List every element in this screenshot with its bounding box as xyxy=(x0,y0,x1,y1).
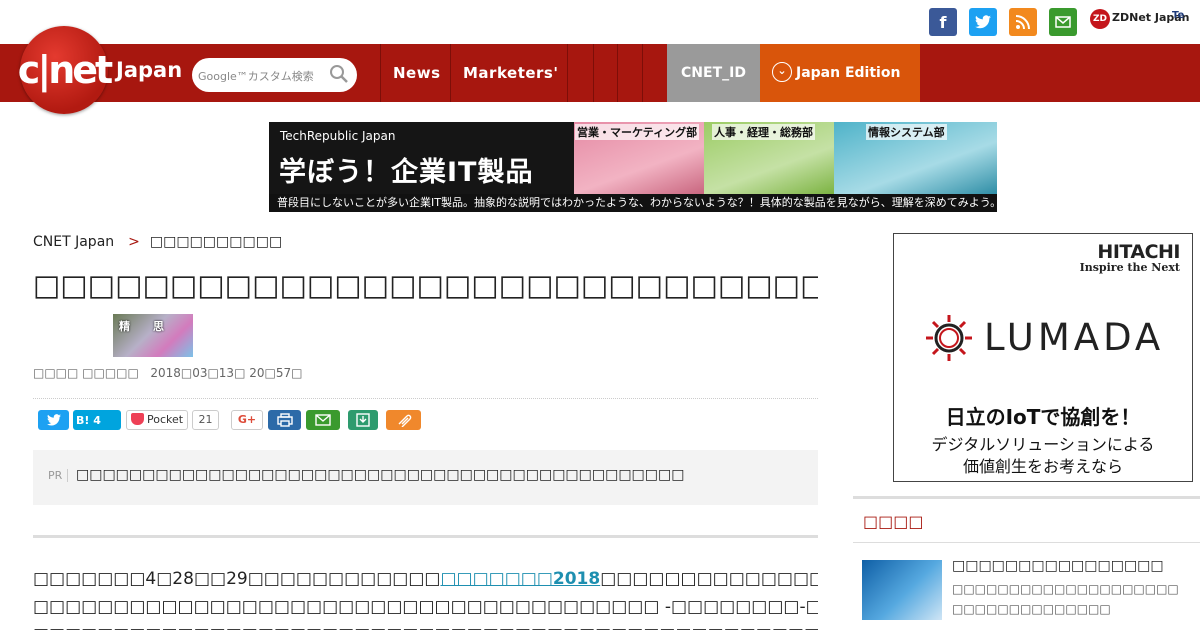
banner-segment-label: 情報システム部 xyxy=(866,124,947,140)
banner-segment-label: 営業・マーケティング部 xyxy=(575,124,700,140)
techrepublic-link[interactable]: Te xyxy=(1172,10,1184,21)
rss-icon[interactable] xyxy=(1009,8,1037,36)
techrepublic-label: Te xyxy=(1172,10,1185,21)
chevron-down-icon: ⌄ xyxy=(772,61,792,82)
article-date: 2018□03□13□ 20□57□ xyxy=(150,366,303,380)
banner-headline: 学ぼう！企業IT製品 xyxy=(279,157,534,188)
google-plus-button[interactable]: G+ xyxy=(231,410,263,430)
nav-item-marketers[interactable]: Marketers' xyxy=(463,44,558,102)
thumb-caption-right: 思 xyxy=(153,320,164,333)
breadcrumb-separator: > xyxy=(128,234,140,250)
banner-segment-label: 人事・経理・総務部 xyxy=(712,124,815,140)
facebook-icon[interactable]: f xyxy=(929,8,957,36)
pr-text[interactable]: □□□□□□□□□□□□□□□□□□□□□□□□□□□□□□□□□□□□□□□□… xyxy=(76,467,684,483)
divider xyxy=(33,535,818,538)
nav-separator xyxy=(450,44,451,102)
body-text: □□□□□□□□□□□□□□□□□□□□□□□□□□□□□□□□ xyxy=(600,569,818,589)
zdnet-logo-icon: ZD xyxy=(1090,9,1110,29)
hitachi-ad[interactable]: HITACHI Inspire the Next LUMADA 日立のIoTで協… xyxy=(893,233,1193,482)
sidebar-item-thumbnail[interactable] xyxy=(862,560,942,620)
cnet-id-button[interactable]: CNET_ID xyxy=(667,44,760,102)
email-share-button[interactable] xyxy=(306,410,340,430)
sidebar-heading: □□□□ xyxy=(863,512,924,531)
sidebar-item-text: □□□□□□□□□□□□□□ xyxy=(952,602,1111,616)
mail-icon[interactable] xyxy=(1049,8,1077,36)
print-icon xyxy=(276,413,293,427)
nav-item-news[interactable]: News xyxy=(393,44,441,102)
article-meta: □□□□ □□□□□ 2018□03□13□ 20□57□ xyxy=(33,366,302,380)
nav-separator xyxy=(567,44,568,102)
clip-button[interactable] xyxy=(386,410,421,430)
article-title: □□□□□□□□□□□□□□□□□□□□□□□□□□□□□□□□□□□□□□□□ xyxy=(33,268,818,302)
lumada-logo: LUMADA xyxy=(984,316,1165,359)
search-icon[interactable] xyxy=(329,64,349,84)
cnet-logo-text: c|net xyxy=(17,48,113,92)
article-body: □□□□□□□4□28□□29□□□□□□□□□□□□□□□□□□□2018□□… xyxy=(33,565,818,630)
article-thumbnail[interactable]: 精 思 xyxy=(113,314,193,357)
nav-separator xyxy=(617,44,618,102)
ad-subline: デジタルソリューションによる xyxy=(931,435,1155,454)
thumb-caption-left: 精 xyxy=(119,320,130,333)
nav-separator xyxy=(642,44,643,102)
top-share-bar: f ZD ZDNet Japan Te xyxy=(0,0,1200,44)
print-button[interactable] xyxy=(268,410,301,430)
body-text: □□□□□□□4□28□□29□□□□□□□□□□□□ xyxy=(33,569,441,589)
twitter-icon[interactable] xyxy=(969,8,997,36)
body-line: □□□□□□□□□□□□□□□□□□□□□□□□□□□□□□□□□□□□□□□□… xyxy=(33,621,818,630)
nav-separator xyxy=(593,44,594,102)
body-link[interactable]: □□□□□□□2018 xyxy=(440,569,600,589)
pr-box[interactable]: PR □□□□□□□□□□□□□□□□□□□□□□□□□□□□□□□□□□□□□… xyxy=(33,450,818,505)
paperclip-icon xyxy=(398,414,411,427)
pocket-button[interactable]: Pocket xyxy=(126,410,188,430)
ad-headline: 日立のIoTで協創を！ xyxy=(945,405,1141,429)
pocket-label: Pocket xyxy=(147,413,184,426)
breadcrumb: CNET Japan > □□□□□□□□□□ xyxy=(33,234,282,250)
breadcrumb-home[interactable]: CNET Japan xyxy=(33,234,114,250)
banner-brand: TechRepublic Japan xyxy=(280,129,396,143)
ad-subline: 価値創生をお考えなら xyxy=(962,457,1123,476)
cnet-logo[interactable]: c|net xyxy=(17,26,113,114)
download-icon xyxy=(356,413,370,427)
nav-separator xyxy=(380,44,381,102)
edition-selector[interactable]: ⌄ Japan Edition xyxy=(760,44,920,102)
hatena-bookmark-button[interactable]: B! 4 xyxy=(73,410,121,430)
divider xyxy=(853,542,1200,543)
edition-label: Japan Edition xyxy=(796,65,901,81)
lumada-sun-icon xyxy=(926,315,972,361)
divider xyxy=(33,398,818,399)
hatena-icon: B! xyxy=(76,413,90,427)
article-author[interactable]: □□□□ □□□□□ xyxy=(33,366,139,380)
breadcrumb-current[interactable]: □□□□□□□□□□ xyxy=(150,234,282,250)
divider xyxy=(853,496,1200,499)
pocket-icon xyxy=(131,413,144,425)
body-line: □□□□□□□□□□□□□□□□□□□□□□□□□□□□□□□□□□□□□□□ … xyxy=(33,597,818,617)
search-input[interactable]: Google™カスタム検索 xyxy=(198,68,314,84)
mail-icon xyxy=(315,414,331,426)
hitachi-logo: HITACHI xyxy=(1097,241,1180,263)
pr-tag: PR xyxy=(48,469,69,482)
body-line: □□□□□□□4□28□□29□□□□□□□□□□□□□□□□□□□2018□□… xyxy=(33,565,818,593)
hatena-count: 4 xyxy=(93,413,101,427)
logo-region-label[interactable]: Japan xyxy=(116,58,182,82)
techrepublic-banner[interactable]: TechRepublic Japan 学ぼう！企業IT製品 営業・マーケティング… xyxy=(269,122,997,212)
google-plus-icon: G+ xyxy=(237,413,257,426)
sidebar-item-title[interactable]: □□□□□□□□□□□□□□□□ xyxy=(952,558,1164,574)
banner-footer-text: 普段目にしないことが多い企業IT製品。抽象的な説明ではわかったような、わからない… xyxy=(269,194,997,212)
twitter-share-button[interactable] xyxy=(38,410,69,430)
save-button[interactable] xyxy=(348,410,378,430)
sidebar-item-text: □□□□□□□□□□□□□□□□□□□□ xyxy=(952,582,1179,596)
pocket-count: 21 xyxy=(192,410,219,430)
search-box[interactable]: Google™カスタム検索 xyxy=(192,58,357,92)
hitachi-tagline: Inspire the Next xyxy=(1079,261,1180,274)
twitter-icon xyxy=(46,414,61,426)
